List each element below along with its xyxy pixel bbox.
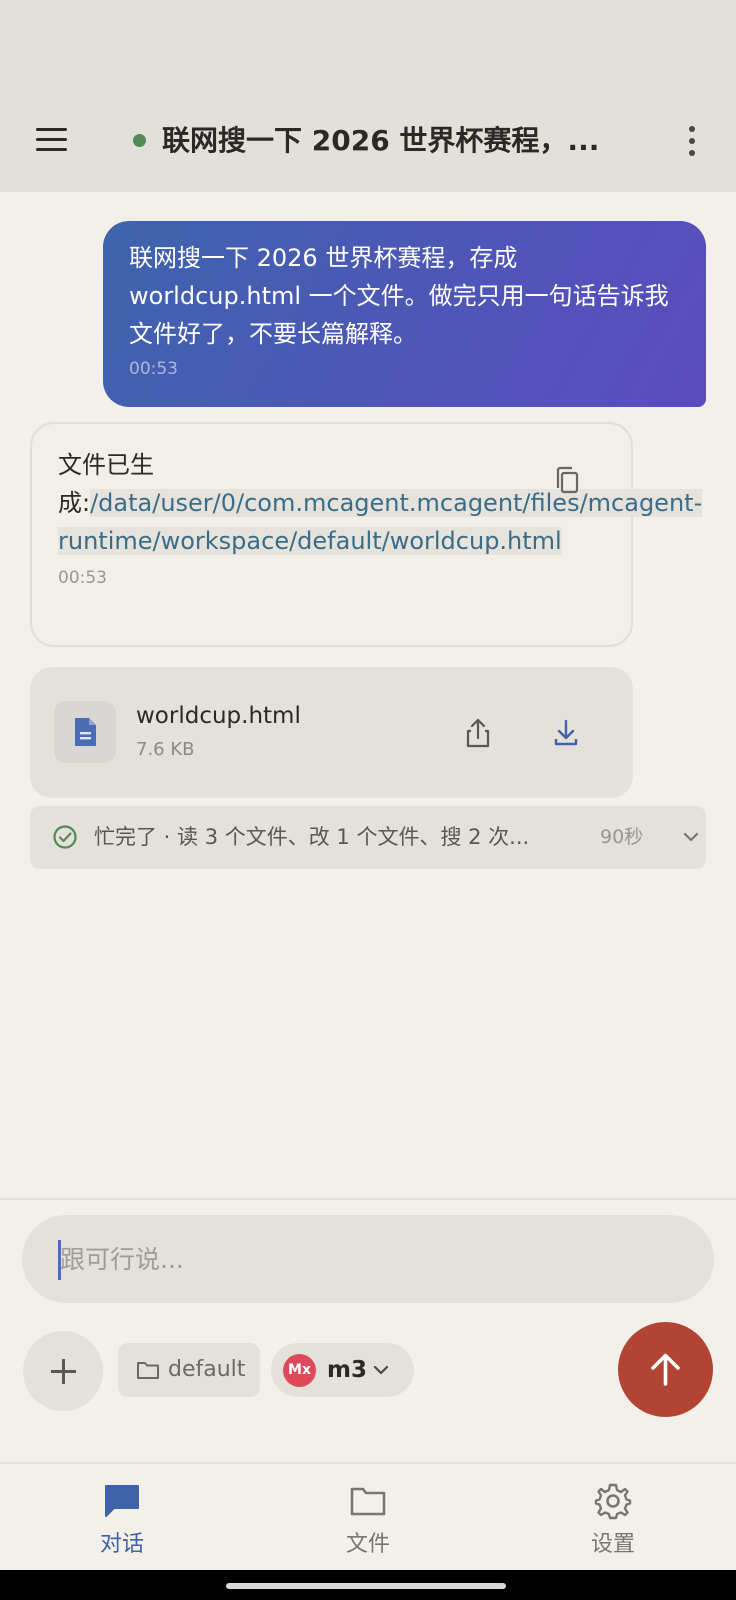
model-selector[interactable]: Mx m3 xyxy=(271,1343,414,1397)
user-message: 联网搜一下 2026 世界杯赛程，存成 worldcup.html 一个文件。做… xyxy=(103,221,706,407)
file-icon xyxy=(54,701,116,763)
chevron-down-icon xyxy=(683,832,699,842)
share-icon[interactable] xyxy=(460,715,496,751)
file-path-link[interactable]: /data/user/0/com.mcagent.mcagent/files/m… xyxy=(58,489,703,555)
download-icon[interactable] xyxy=(548,715,584,751)
status-dot xyxy=(133,134,146,147)
folder-icon xyxy=(350,1487,386,1516)
chat-bubble-icon xyxy=(105,1485,139,1517)
user-message-text: 联网搜一下 2026 世界杯赛程，存成 worldcup.html 一个文件。做… xyxy=(129,244,669,348)
text-caret xyxy=(58,1240,61,1280)
divider xyxy=(0,1198,736,1200)
user-message-time: 00:53 xyxy=(129,359,178,379)
assistant-message-time: 00:53 xyxy=(58,568,107,588)
nav-tab-chat[interactable]: 对话 xyxy=(42,1464,202,1572)
message-input[interactable] xyxy=(22,1215,714,1303)
chevron-down-icon xyxy=(373,1365,389,1375)
file-attachment-card[interactable]: worldcup.html 7.6 KB xyxy=(30,667,633,798)
folder-icon xyxy=(137,1362,159,1379)
activity-text: 忙完了 · 读 3 个文件、改 1 个文件、搜 2 次... xyxy=(94,825,530,849)
file-name: worldcup.html xyxy=(136,703,301,729)
nav-label-files: 文件 xyxy=(345,1532,390,1557)
check-circle-icon xyxy=(53,825,77,849)
model-logo-icon: Mx xyxy=(283,1354,316,1387)
gear-icon xyxy=(594,1483,632,1520)
send-button[interactable] xyxy=(618,1322,713,1417)
app-header: 联网搜一下 2026 世界杯赛程，... xyxy=(0,0,736,192)
add-attachment-button[interactable] xyxy=(23,1331,103,1411)
nav-label-settings: 设置 xyxy=(590,1532,635,1557)
screen: 联网搜一下 2026 世界杯赛程，... 联网搜一下 2026 世界杯赛程，存成… xyxy=(0,0,736,1600)
workspace-label: default xyxy=(168,1357,246,1382)
assistant-message: 文件已生成:/data/user/0/com.mcagent.mcagent/f… xyxy=(30,422,703,647)
nav-tab-files[interactable]: 文件 xyxy=(288,1464,448,1572)
model-name: m3 xyxy=(327,1357,367,1383)
bottom-navigation: 对话 文件 设置 xyxy=(0,1462,736,1570)
home-indicator[interactable] xyxy=(226,1583,506,1589)
copy-icon[interactable] xyxy=(548,462,588,502)
file-size: 7.6 KB xyxy=(136,739,195,760)
assistant-message-text: 文件已生成:/data/user/0/com.mcagent.mcagent/f… xyxy=(58,446,703,560)
conversation-title: 联网搜一下 2026 世界杯赛程，... xyxy=(162,124,600,157)
activity-duration: 90秒 xyxy=(600,826,644,848)
arrow-up-icon xyxy=(651,1353,680,1386)
activity-summary[interactable]: 忙完了 · 读 3 个文件、改 1 个文件、搜 2 次... 90秒 xyxy=(30,806,706,869)
nav-tab-settings[interactable]: 设置 xyxy=(533,1464,693,1572)
menu-icon[interactable] xyxy=(32,122,72,158)
more-options-icon[interactable] xyxy=(682,124,702,158)
workspace-chip[interactable]: default xyxy=(118,1343,260,1397)
nav-label-chat: 对话 xyxy=(99,1532,144,1557)
